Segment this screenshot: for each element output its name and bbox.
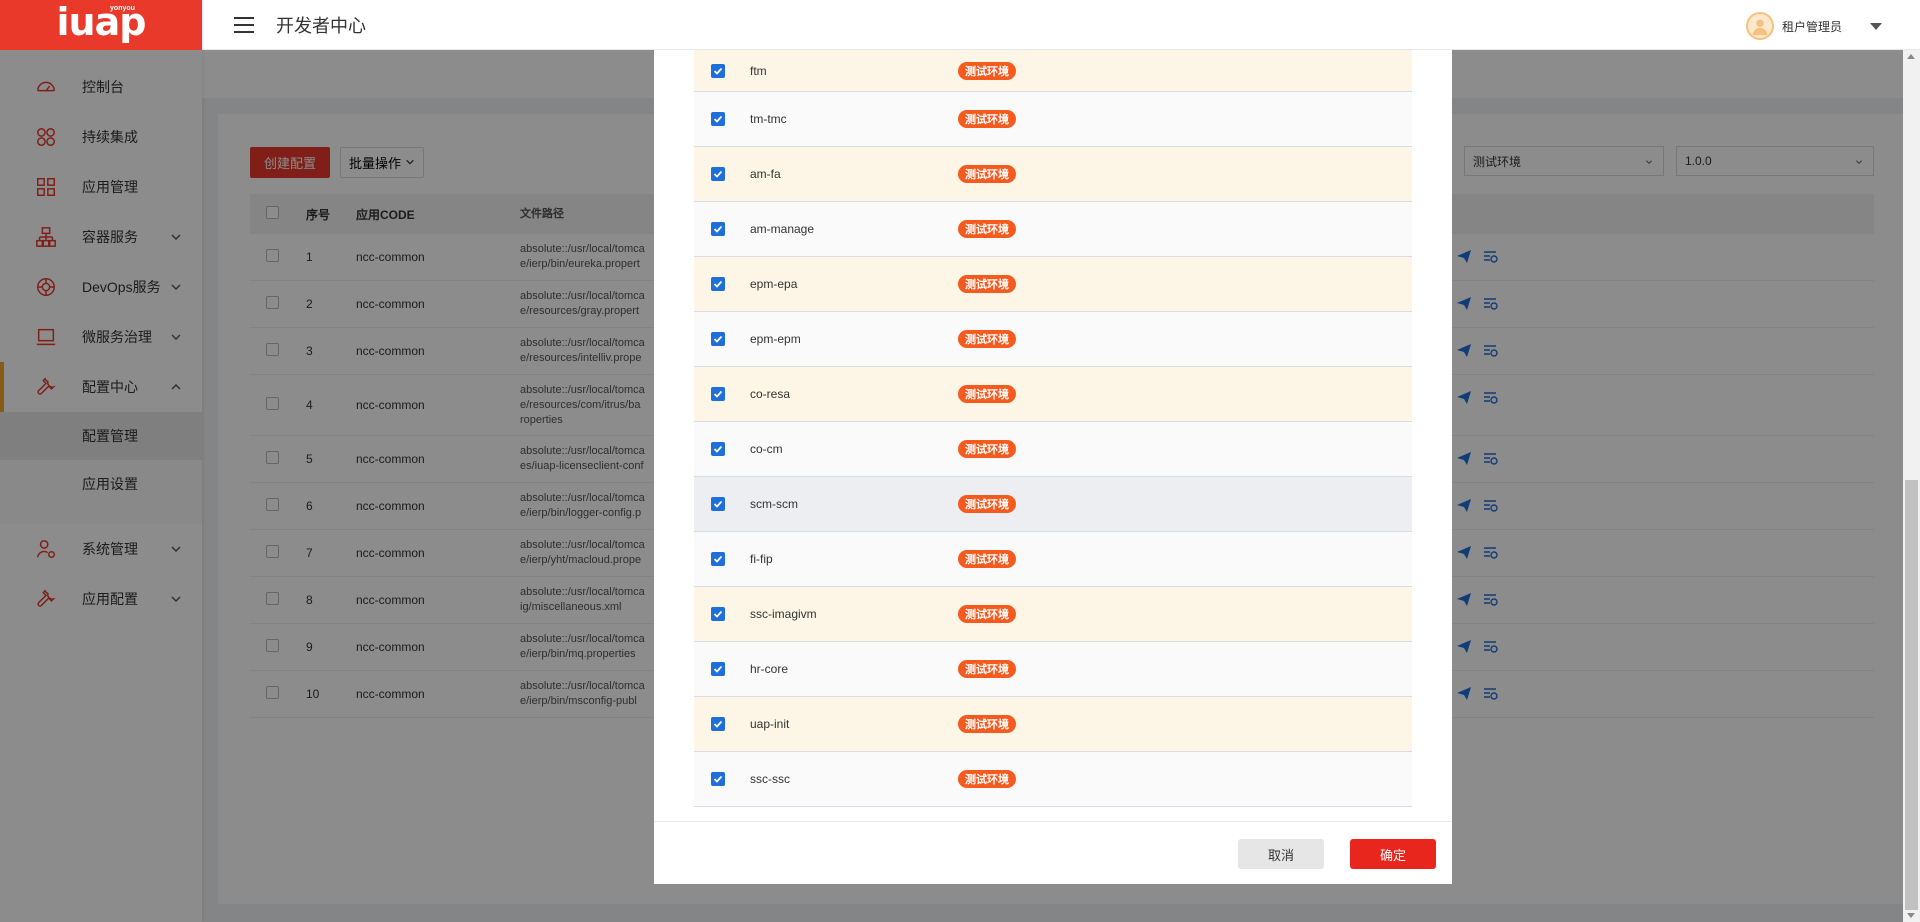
app-code: epm-epm — [750, 332, 801, 346]
item-checkbox[interactable] — [711, 717, 725, 731]
user-name: 租户管理员 — [1781, 19, 1842, 34]
item-checkbox[interactable] — [711, 552, 725, 566]
env-tag: 测试环境 — [958, 715, 1016, 733]
list-item[interactable]: tm-tmc 测试环境 — [694, 92, 1412, 147]
check-icon — [713, 610, 723, 618]
check-icon — [713, 775, 723, 783]
item-checkbox[interactable] — [711, 332, 725, 346]
list-item[interactable]: uap-init 测试环境 — [694, 697, 1412, 752]
user-menu[interactable]: 租户管理员 — [1745, 12, 1882, 40]
scroll-down-icon[interactable] — [1907, 913, 1915, 918]
confirm-button[interactable]: 确定 — [1350, 839, 1436, 869]
item-checkbox[interactable] — [711, 442, 725, 456]
list-item[interactable]: fi-fip 测试环境 — [694, 532, 1412, 587]
env-tag: 测试环境 — [958, 440, 1016, 458]
list-item[interactable]: ssc-ssc 测试环境 — [694, 752, 1412, 807]
list-item[interactable]: hr-core 测试环境 — [694, 642, 1412, 697]
env-tag: 测试环境 — [958, 660, 1016, 678]
app-code: am-fa — [750, 167, 781, 181]
item-checkbox[interactable] — [711, 222, 725, 236]
check-icon — [713, 390, 723, 398]
item-checkbox[interactable] — [711, 277, 725, 291]
check-icon — [713, 665, 723, 673]
item-checkbox[interactable] — [711, 772, 725, 786]
brand-logo[interactable]: iuap yonyou — [0, 0, 202, 50]
scrollbar-thumb[interactable] — [1905, 480, 1918, 910]
app-code: tm-tmc — [750, 112, 787, 126]
app-code: co-cm — [750, 442, 783, 456]
list-item[interactable]: ssc-imagivm 测试环境 — [694, 587, 1412, 642]
app-code: scm-scm — [750, 497, 798, 511]
modal-footer: 取消 确定 — [654, 821, 1452, 884]
env-select-modal: ftm 测试环境 tm-tmc 测试环境 am-fa 测试环境 am-manage 测试环境 e… — [654, 50, 1452, 884]
item-checkbox[interactable] — [711, 497, 725, 511]
env-tag: 测试环境 — [958, 275, 1016, 293]
app-code: fi-fip — [750, 552, 773, 566]
check-icon — [713, 335, 723, 343]
app-code: co-resa — [750, 387, 791, 401]
check-icon — [713, 445, 723, 453]
check-icon — [713, 280, 723, 288]
env-tag: 测试环境 — [958, 110, 1016, 128]
menu-toggle-icon[interactable] — [234, 16, 254, 33]
app-code: ssc-imagivm — [750, 607, 817, 621]
list-item[interactable]: co-cm 测试环境 — [694, 422, 1412, 477]
item-checkbox[interactable] — [711, 63, 725, 78]
app-code: uap-init — [750, 717, 790, 731]
item-checkbox[interactable] — [711, 112, 725, 126]
caret-down-icon[interactable] — [1870, 22, 1882, 30]
modal-app-list: ftm 测试环境 tm-tmc 测试环境 am-fa 测试环境 am-manage 测试环境 e… — [694, 50, 1412, 807]
env-tag: 测试环境 — [958, 605, 1016, 623]
list-item[interactable]: am-manage 测试环境 — [694, 202, 1412, 257]
env-tag: 测试环境 — [958, 550, 1016, 568]
check-icon — [713, 720, 723, 728]
item-checkbox[interactable] — [711, 167, 725, 181]
env-tag: 测试环境 — [958, 220, 1016, 238]
app-code: ssc-ssc — [750, 772, 790, 786]
list-item[interactable]: co-resa 测试环境 — [694, 367, 1412, 422]
list-item[interactable]: scm-scm 测试环境 — [694, 477, 1412, 532]
check-icon — [713, 115, 723, 123]
item-checkbox[interactable] — [711, 607, 725, 621]
list-item[interactable]: ftm 测试环境 — [694, 50, 1412, 92]
app-code: ftm — [750, 63, 767, 78]
app-code: am-manage — [750, 222, 815, 236]
top-header: 开发者中心 租户管理员 — [202, 0, 1920, 50]
env-tag: 测试环境 — [958, 330, 1016, 348]
check-icon — [713, 67, 723, 75]
app-code: epm-epa — [750, 277, 798, 291]
page-title: 开发者中心 — [276, 15, 366, 36]
list-item[interactable]: epm-epa 测试环境 — [694, 257, 1412, 312]
page-scrollbar[interactable] — [1903, 50, 1920, 922]
item-checkbox[interactable] — [711, 387, 725, 401]
env-tag: 测试环境 — [958, 61, 1016, 80]
check-icon — [713, 500, 723, 508]
scroll-up-icon[interactable] — [1907, 54, 1915, 59]
list-item[interactable]: epm-epm 测试环境 — [694, 312, 1412, 367]
item-checkbox[interactable] — [711, 662, 725, 676]
env-tag: 测试环境 — [958, 770, 1016, 788]
check-icon — [713, 170, 723, 178]
avatar — [1745, 12, 1774, 40]
check-icon — [713, 555, 723, 563]
logo-sub: yonyou — [110, 5, 135, 12]
env-tag: 测试环境 — [958, 165, 1016, 183]
list-item[interactable]: am-fa 测试环境 — [694, 147, 1412, 202]
check-icon — [713, 225, 723, 233]
cancel-button[interactable]: 取消 — [1238, 839, 1324, 869]
app-code: hr-core — [750, 662, 789, 676]
env-tag: 测试环境 — [958, 385, 1016, 403]
env-tag: 测试环境 — [958, 495, 1016, 513]
